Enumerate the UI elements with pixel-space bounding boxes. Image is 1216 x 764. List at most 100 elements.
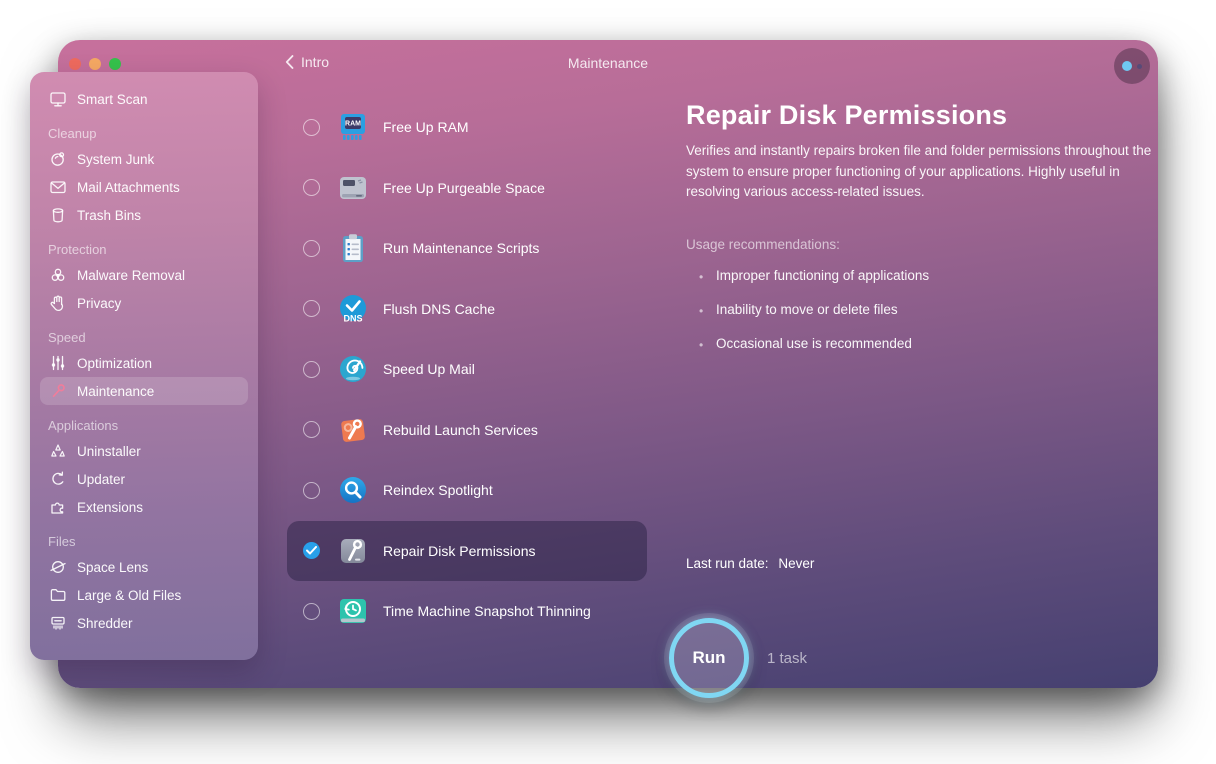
window-title: Maintenance — [567, 55, 649, 71]
sidebar-item-label: Mail Attachments — [77, 179, 180, 195]
task-row-speed-up-mail[interactable]: Speed Up Mail — [287, 339, 647, 400]
bullet-icon: • — [699, 270, 704, 284]
sidebar-section-header: Speed — [48, 330, 86, 345]
checkbox-unchecked[interactable] — [303, 421, 320, 439]
sidebar-item-label: Updater — [77, 471, 126, 487]
sidebar-section-header: Files — [48, 534, 76, 549]
run-button-label: Run — [692, 648, 726, 667]
sidebar-item-optimization[interactable]: Optimization — [40, 349, 248, 377]
checkbox-checked[interactable] — [303, 542, 320, 560]
detail-description: Verifies and instantly repairs broken fi… — [686, 143, 1152, 200]
rebuild-launch-services-icon — [337, 414, 369, 446]
task-row-reindex-spotlight[interactable]: Reindex Spotlight — [287, 460, 647, 521]
sidebar-item-updater[interactable]: Updater — [40, 465, 248, 493]
sidebar-item-label: System Junk — [77, 151, 155, 167]
detail-title: Repair Disk Permissions — [686, 100, 1008, 130]
checkbox-unchecked[interactable] — [303, 360, 320, 378]
free-up-ram-icon: RAM — [337, 111, 369, 143]
uninstaller-icon — [48, 442, 67, 461]
mail-attachments-icon — [48, 178, 67, 197]
maintenance-task-list: RAM Free Up RAM Free Up Purgeable Space — [287, 97, 647, 642]
updater-icon — [48, 470, 67, 489]
usage-title: Usage recommendations: — [686, 237, 840, 252]
task-label: Free Up Purgeable Space — [383, 179, 545, 196]
sidebar-item-label: Uninstaller — [77, 443, 141, 459]
assistant-blue-dot-icon — [1122, 61, 1132, 71]
bullet-icon: • — [699, 304, 704, 318]
task-row-rebuild-launch-services[interactable]: Rebuild Launch Services — [287, 400, 647, 461]
sidebar-item-malware-removal[interactable]: Malware Removal — [40, 261, 248, 289]
sidebar-item-label: Trash Bins — [77, 207, 142, 223]
sidebar: Smart Scan Cleanup System Junk Mail Atta… — [30, 72, 258, 660]
task-row-free-up-purgeable-space[interactable]: Free Up Purgeable Space — [287, 158, 647, 219]
task-label: Speed Up Mail — [383, 361, 475, 378]
checkbox-unchecked[interactable] — [303, 239, 320, 257]
sidebar-item-maintenance[interactable]: Maintenance — [40, 377, 248, 405]
privacy-icon — [48, 294, 67, 313]
run-maintenance-scripts-icon — [337, 232, 369, 264]
checkbox-unchecked[interactable] — [303, 179, 320, 197]
last-run-date: Last run date: Never — [686, 556, 814, 571]
task-label: Flush DNS Cache — [383, 300, 496, 317]
svg-text:DNS: DNS — [343, 313, 362, 323]
sidebar-item-label: Shredder — [77, 615, 133, 631]
run-button[interactable]: Run — [669, 618, 749, 698]
sidebar-item-privacy[interactable]: Privacy — [40, 289, 248, 317]
smart-scan-icon — [48, 90, 67, 109]
flush-dns-cache-icon: DNS — [337, 293, 369, 325]
task-row-time-machine-snapshot-thinning[interactable]: Time Machine Snapshot Thinning — [287, 581, 647, 642]
sidebar-item-extensions[interactable]: Extensions — [40, 493, 248, 521]
sidebar-item-system-junk[interactable]: System Junk — [40, 145, 248, 173]
sidebar-section-header: Protection — [48, 242, 107, 257]
task-detail-panel: Repair Disk Permissions Verifies and ins… — [686, 100, 1156, 203]
sidebar-item-mail-attachments[interactable]: Mail Attachments — [40, 173, 248, 201]
assistant-small-dot-icon — [1137, 64, 1142, 69]
extensions-icon — [48, 498, 67, 517]
task-label: Free Up RAM — [383, 119, 469, 136]
usage-item: • Improper functioning of applications — [686, 268, 1156, 286]
usage-item: • Inability to move or delete files — [686, 302, 1156, 320]
svg-text:RAM: RAM — [345, 121, 361, 128]
sidebar-item-trash-bins[interactable]: Trash Bins — [40, 201, 248, 229]
sidebar-item-uninstaller[interactable]: Uninstaller — [40, 437, 248, 465]
task-row-repair-disk-permissions[interactable]: Repair Disk Permissions — [287, 520, 647, 581]
sidebar-item-smart-scan[interactable]: Smart Scan — [40, 85, 248, 113]
task-label: Reindex Spotlight — [383, 482, 493, 499]
sidebar-item-label: Large & Old Files — [77, 587, 182, 603]
bullet-icon: • — [699, 338, 704, 352]
task-label: Run Maintenance Scripts — [383, 240, 540, 257]
sidebar-item-space-lens[interactable]: Space Lens — [40, 553, 248, 581]
checkbox-unchecked[interactable] — [303, 602, 320, 620]
sidebar-item-label: Privacy — [77, 295, 122, 311]
time-machine-snapshot-thinning-icon — [337, 595, 369, 627]
checkbox-unchecked[interactable] — [303, 300, 320, 318]
sidebar-item-label: Extensions — [77, 499, 144, 515]
usage-item-text: Inability to move or delete files — [716, 302, 898, 317]
task-row-run-maintenance-scripts[interactable]: Run Maintenance Scripts — [287, 218, 647, 279]
task-row-free-up-ram[interactable]: RAM Free Up RAM — [287, 97, 647, 158]
sidebar-item-shredder[interactable]: Shredder — [40, 609, 248, 637]
assistant-button[interactable] — [1114, 48, 1150, 84]
checkbox-unchecked[interactable] — [303, 481, 320, 499]
task-row-flush-dns-cache[interactable]: DNS Flush DNS Cache — [287, 279, 647, 340]
sidebar-section-header: Cleanup — [48, 126, 97, 141]
checkbox-unchecked[interactable] — [303, 118, 320, 136]
last-run-value: Never — [778, 556, 815, 571]
sidebar-item-label: Maintenance — [77, 383, 155, 399]
task-count: 1 task — [767, 650, 808, 667]
usage-recommendations: Usage recommendations: • Improper functi… — [686, 237, 1156, 354]
task-label: Rebuild Launch Services — [383, 421, 538, 438]
speed-up-mail-icon — [337, 353, 369, 385]
usage-item-text: Occasional use is recommended — [716, 336, 912, 351]
sidebar-item-large-old-files[interactable]: Large & Old Files — [40, 581, 248, 609]
trash-bins-icon — [48, 206, 67, 225]
shredder-icon — [48, 614, 67, 633]
sidebar-item-label: Smart Scan — [77, 91, 148, 107]
usage-item: • Occasional use is recommended — [686, 336, 1156, 354]
optimization-icon — [48, 354, 67, 373]
malware-removal-icon — [48, 266, 67, 285]
sidebar-item-label: Malware Removal — [77, 267, 186, 283]
large-old-files-icon — [48, 586, 67, 605]
sidebar-item-label: Space Lens — [77, 559, 149, 575]
space-lens-icon — [48, 558, 67, 577]
